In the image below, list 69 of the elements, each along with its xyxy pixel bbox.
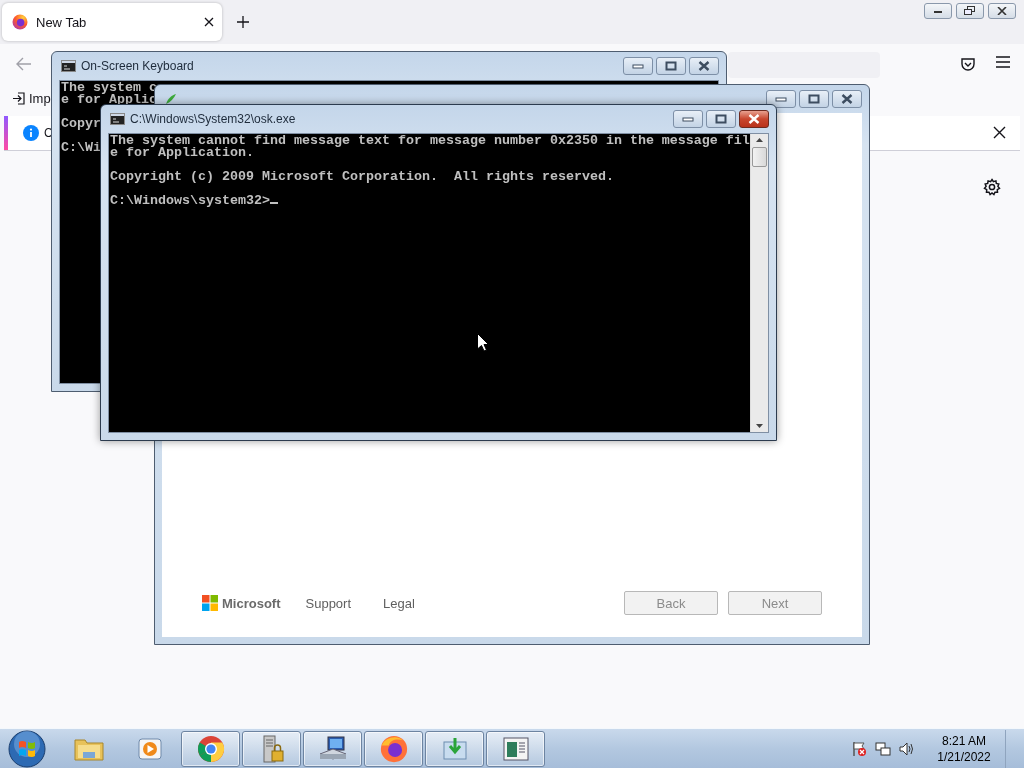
footer-link[interactable]: Legal [383, 595, 415, 611]
download-arrow-icon[interactable] [440, 735, 469, 762]
scrollbar[interactable] [750, 134, 768, 432]
info-icon [23, 125, 39, 141]
console-line: C:\Windows\system32> [110, 195, 278, 207]
close-icon [748, 114, 760, 124]
close-icon [698, 61, 710, 71]
bookmark-link[interactable]: Imp [29, 90, 51, 106]
start-button[interactable] [7, 729, 47, 768]
close-icon[interactable] [993, 126, 1006, 139]
console-line: The system cannot find message text for message number 0x2350 in the message fil [110, 135, 750, 147]
console-icon [61, 60, 76, 72]
close-button[interactable] [739, 110, 769, 128]
network-icon[interactable] [875, 740, 891, 757]
console-line: C:\Wi [61, 142, 101, 154]
restore-icon [964, 6, 976, 16]
tab-title: New Tab [36, 14, 88, 30]
minimize-button[interactable] [924, 3, 952, 19]
console-line: Copyr [61, 118, 101, 130]
flag-icon[interactable] [851, 740, 867, 757]
firefox-icon [12, 14, 28, 30]
taskbar-button[interactable] [425, 730, 484, 767]
menu-icon[interactable] [996, 56, 1010, 68]
maximize-icon [665, 61, 677, 71]
taskbar-button[interactable] [486, 730, 545, 767]
chrome-icon[interactable] [196, 734, 225, 763]
minimize-icon [632, 63, 644, 69]
close-icon[interactable] [204, 17, 214, 27]
scroll-up-icon[interactable] [756, 138, 763, 142]
scroll-down-icon[interactable] [756, 424, 763, 428]
window-app-icon[interactable] [501, 735, 530, 762]
close-button[interactable] [832, 90, 862, 108]
microsoft-logo-icon [202, 595, 218, 611]
taskbar-button[interactable] [181, 730, 240, 767]
minimize-icon [775, 96, 787, 102]
new-tab-icon[interactable] [236, 15, 250, 29]
taskbar-button[interactable] [364, 730, 423, 767]
close-button[interactable] [689, 57, 719, 75]
taskbar-button[interactable] [242, 730, 301, 767]
speaker-icon[interactable] [899, 740, 915, 757]
brand-name: Microsoft [222, 595, 281, 611]
maximize-icon [808, 94, 820, 104]
maximize-icon [715, 114, 727, 124]
window-title: C:\Windows\System32\osk.exe [130, 112, 297, 126]
taskbar-button[interactable] [303, 730, 362, 767]
close-icon [841, 94, 853, 104]
browser-tab[interactable]: New Tab [2, 3, 222, 41]
console-icon [110, 113, 125, 125]
setup-icon [164, 92, 178, 106]
close-button[interactable] [988, 3, 1016, 19]
window-title: On-Screen Keyboard [81, 59, 195, 73]
scrollbar-thumb[interactable] [752, 147, 767, 167]
minimize-icon [933, 8, 943, 14]
maximize-button[interactable] [706, 110, 736, 128]
maximize-button[interactable] [799, 90, 829, 108]
import-icon [12, 91, 25, 105]
firefox-icon[interactable] [379, 734, 408, 763]
console-line: Copyright (c) 2009 Microsoft Corporation. All rights reserved. [110, 171, 614, 183]
minimize-icon [682, 116, 694, 122]
clock-date[interactable]: 1/21/2022 [937, 748, 991, 765]
console-line: e for Application. [110, 147, 254, 159]
clock-time[interactable]: 8:21 AM [942, 732, 986, 749]
mouse-pointer-icon [477, 333, 489, 352]
pocket-icon[interactable] [960, 56, 976, 72]
footer-link[interactable]: Support [305, 595, 352, 611]
close-icon [997, 7, 1007, 15]
settings-icon[interactable] [983, 178, 1001, 196]
maximize-button[interactable] [656, 57, 686, 75]
restore-button[interactable] [956, 3, 984, 19]
